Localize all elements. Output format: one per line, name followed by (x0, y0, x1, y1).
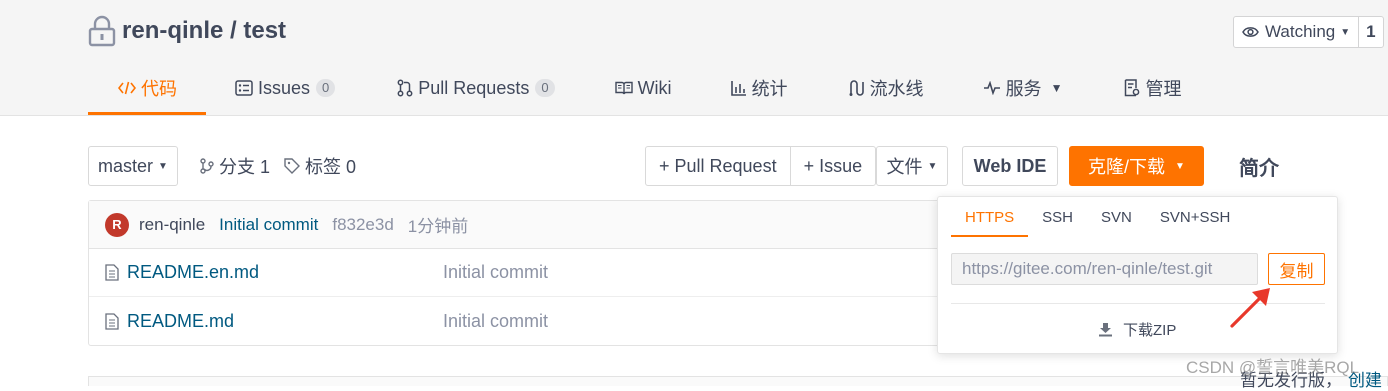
settings-doc-icon (1124, 79, 1140, 97)
tab-label: 统计 (751, 79, 788, 99)
issue-icon (235, 80, 253, 96)
annotation-arrow-icon (1230, 288, 1270, 328)
tab-svn-ssh[interactable]: SVN+SSH (1146, 197, 1244, 237)
tab-label: 流水线 (869, 79, 924, 99)
table-row: README.en.md Initial commit (89, 249, 947, 297)
new-issue-button[interactable]: + Issue (789, 147, 876, 185)
commit-author[interactable]: ren-qinle (139, 215, 205, 235)
file-icon (105, 312, 119, 330)
branch-select[interactable]: master ▼ (88, 146, 178, 186)
watch-count[interactable]: 1 (1359, 17, 1382, 47)
tab-pull-requests[interactable]: Pull Requests 0 (397, 70, 555, 106)
file-list: R ren-qinle Initial commit f832e3d 1分钟前 … (88, 200, 948, 346)
commit-message[interactable]: Initial commit (219, 215, 318, 235)
file-commit-message[interactable]: Initial commit (443, 262, 548, 283)
watch-label: Watching (1265, 22, 1336, 41)
caret-down-icon: ▼ (1175, 160, 1185, 172)
repo-nav-tabs: 代码 Issues 0 Pull Requests 0 Wiki 统计 流水线 … (88, 70, 1181, 116)
caret-down-icon: ▼ (1340, 26, 1351, 38)
intro-heading: 简介 (1239, 157, 1279, 180)
file-label: 文件 (886, 157, 923, 177)
tab-label: Issues (258, 77, 311, 98)
tab-ssh[interactable]: SSH (1028, 197, 1087, 237)
clone-dropdown-panel: HTTPS SSH SVN SVN+SSH https://gitee.com/… (937, 196, 1338, 354)
tab-label: 管理 (1145, 79, 1182, 99)
tab-label: Pull Requests (418, 77, 530, 98)
tags-label: 标签 0 (305, 157, 357, 177)
book-icon (614, 81, 633, 95)
repo-title: ren-qinle / test (88, 14, 286, 48)
file-dropdown-button[interactable]: 文件 ▼ (876, 146, 948, 186)
web-ide-button[interactable]: Web IDE (962, 146, 1058, 186)
new-pull-request-button[interactable]: + Pull Request (646, 147, 790, 185)
issues-count-badge: 0 (316, 79, 336, 97)
tags-link[interactable]: 标签 0 (284, 146, 356, 186)
branches-label: 分支 1 (219, 157, 271, 177)
repo-toolbar: master ▼ 分支 1 标签 0 + Pull Request + Issu… (88, 146, 1388, 186)
tab-https[interactable]: HTTPS (951, 197, 1029, 237)
eye-icon (1242, 27, 1259, 37)
file-icon (105, 264, 119, 281)
protocol-tabs: HTTPS SSH SVN SVN+SSH (951, 197, 1244, 237)
branch-icon (200, 158, 214, 174)
caret-down-icon: ▼ (1050, 81, 1063, 95)
repo-header: ren-qinle / test Watching ▼ 1 代码 Issues … (0, 0, 1388, 116)
table-row: README.md Initial commit (89, 297, 947, 345)
bar-chart-icon (730, 80, 747, 96)
copy-button[interactable]: 复制 (1268, 253, 1325, 285)
pull-request-icon (397, 79, 413, 97)
download-zip-label: 下载ZIP (1123, 322, 1177, 339)
watch-control: Watching ▼ 1 (1233, 16, 1384, 48)
file-commit-message[interactable]: Initial commit (443, 311, 548, 332)
watch-button[interactable]: Watching ▼ (1234, 17, 1360, 47)
branch-name: master (98, 155, 154, 176)
avatar[interactable]: R (105, 212, 129, 237)
tab-pipeline[interactable]: 流水线 (847, 70, 924, 106)
tab-label: 代码 (141, 79, 177, 99)
clone-url-field[interactable]: https://gitee.com/ren-qinle/test.git (951, 253, 1258, 285)
caret-down-icon: ▼ (927, 160, 938, 172)
tab-svn[interactable]: SVN (1087, 197, 1146, 237)
tab-stats[interactable]: 统计 (730, 70, 788, 106)
commit-sha[interactable]: f832e3d (332, 215, 393, 235)
tab-issues[interactable]: Issues 0 (235, 70, 336, 106)
download-zip-link[interactable]: 下载ZIP (1098, 319, 1176, 340)
tab-wiki[interactable]: Wiki (614, 70, 672, 106)
clone-label: 克隆/下载 (1088, 157, 1166, 177)
latest-commit-row: R ren-qinle Initial commit f832e3d 1分钟前 (89, 201, 947, 249)
tab-code[interactable]: 代码 (88, 70, 206, 115)
create-button-group: + Pull Request + Issue (645, 146, 877, 186)
tab-label: Wiki (637, 77, 672, 98)
pull-requests-count-badge: 0 (535, 79, 555, 97)
lock-icon (88, 15, 116, 47)
repo-name-link[interactable]: ren-qinle / test (122, 17, 286, 45)
download-icon (1099, 323, 1112, 337)
tab-services[interactable]: 服务 ▼ (983, 70, 1063, 106)
tab-manage[interactable]: 管理 (1124, 70, 1181, 106)
watermark: CSDN @誓言唯美RQL (1186, 358, 1360, 377)
branches-link[interactable]: 分支 1 (200, 146, 270, 186)
code-icon (118, 81, 136, 95)
tag-icon (284, 158, 300, 174)
pipeline-icon (847, 79, 865, 97)
caret-down-icon: ▼ (158, 160, 168, 172)
pulse-icon (983, 81, 1001, 95)
file-name-link[interactable]: README.md (127, 311, 234, 332)
tab-label: 服务 (1005, 79, 1042, 99)
file-name-link[interactable]: README.en.md (127, 262, 259, 283)
clone-download-button[interactable]: 克隆/下载 ▼ (1069, 146, 1204, 186)
commit-time: 1分钟前 (407, 217, 469, 236)
